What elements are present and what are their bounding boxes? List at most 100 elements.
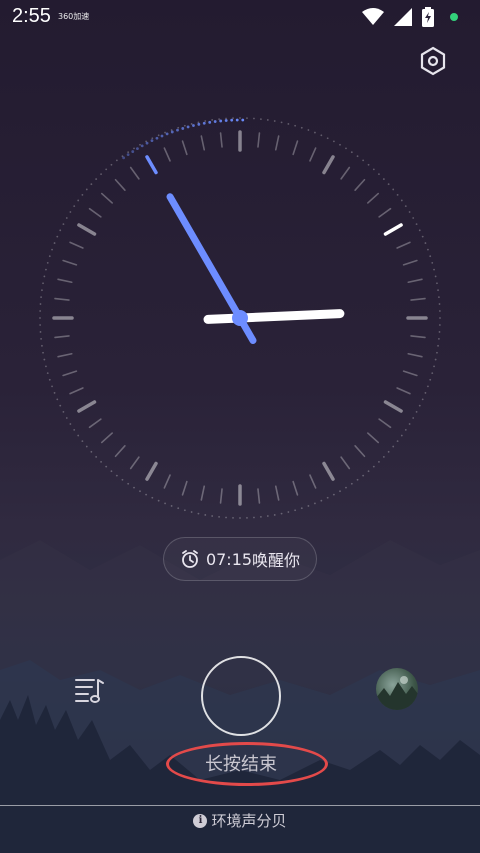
ring-dot (294, 124, 297, 127)
minor-tick (163, 474, 171, 489)
ring-dot (431, 372, 434, 375)
ring-dot (392, 188, 395, 191)
minor-tick (378, 207, 392, 218)
ring-dot (39, 303, 42, 305)
ring-dot (218, 516, 220, 518)
ring-dot (382, 456, 385, 458)
scene-avatar-button[interactable] (376, 668, 418, 710)
minor-tick (274, 135, 280, 151)
ring-dot (170, 505, 173, 507)
ring-dot (424, 392, 427, 394)
ring-dot (356, 478, 359, 481)
minor-tick (88, 207, 102, 218)
ring-dot (418, 404, 421, 407)
wifi-icon (362, 8, 384, 25)
ring-dot (434, 358, 437, 361)
ring-dot (42, 282, 44, 285)
ring-dot (387, 450, 390, 453)
ring-dot (177, 126, 180, 129)
ring-dot (287, 511, 290, 513)
minor-tick (114, 178, 126, 191)
ring-dot (280, 121, 283, 124)
ring-dot (139, 490, 141, 493)
ring-dot (45, 268, 47, 271)
ring-dot (408, 423, 411, 425)
ring-dot (372, 465, 375, 468)
ring-dot (332, 493, 335, 496)
ring-dot (85, 188, 88, 191)
ring-dot (438, 338, 440, 340)
ring-dot (45, 365, 47, 368)
ring-dot (95, 456, 98, 458)
minor-tick (354, 178, 366, 191)
minor-tick (367, 192, 380, 204)
minor-tick (181, 480, 188, 496)
clock-center-cap (232, 310, 248, 326)
hour-hand (203, 309, 345, 324)
settings-button[interactable] (416, 44, 450, 78)
ring-dot (46, 261, 49, 264)
ring-dot (145, 493, 148, 496)
analog-clock (39, 117, 441, 519)
major-tick (145, 461, 158, 481)
ring-dot (42, 351, 44, 354)
ring-dot (69, 423, 72, 425)
ring-dot (53, 392, 56, 394)
ring-dot (400, 434, 403, 437)
playlist-button[interactable] (74, 676, 106, 704)
ring-dot (392, 445, 395, 448)
minor-tick (402, 259, 418, 266)
minor-tick (57, 278, 73, 284)
ring-dot (81, 193, 84, 196)
ring-dot (253, 117, 255, 120)
ring-dot (139, 143, 141, 146)
ring-dot (65, 217, 68, 219)
ring-dot (157, 134, 160, 137)
minor-tick (219, 132, 223, 148)
ring-dot (260, 118, 262, 120)
progress-dot (136, 147, 139, 151)
ring-dot (53, 242, 56, 244)
major-tick (145, 155, 158, 175)
alarm-pill[interactable]: 07:15 唤醒你 (163, 537, 317, 581)
ring-dot (439, 317, 441, 319)
ring-dot (429, 255, 432, 258)
status-icons (362, 7, 458, 27)
info-icon: i (193, 813, 208, 828)
minor-tick (69, 241, 84, 249)
ring-dot (51, 248, 53, 251)
ring-dot (183, 509, 186, 512)
ring-dot (190, 511, 193, 513)
progress-dot (122, 156, 126, 160)
ring-dot (204, 514, 207, 516)
ring-dot (239, 517, 241, 519)
ring-dot (133, 486, 135, 489)
progress-dot (181, 127, 185, 130)
ring-dot (40, 296, 42, 298)
alarm-time: 07:15 (205, 549, 253, 569)
ring-dot (438, 331, 441, 333)
ring-dot (396, 440, 399, 443)
major-tick (383, 400, 403, 413)
ring-dot (56, 398, 59, 401)
ring-dot (77, 199, 80, 202)
ring-dot (372, 168, 375, 171)
ring-dot (100, 173, 102, 176)
progress-dot (186, 125, 190, 129)
ring-dot (59, 404, 62, 407)
ring-dot (56, 235, 59, 238)
record-button[interactable] (201, 656, 281, 736)
ring-dot (115, 474, 118, 477)
minor-tick (407, 352, 423, 358)
ring-dot (62, 410, 65, 413)
ring-dot (204, 120, 207, 122)
minor-tick (340, 166, 351, 180)
minor-tick (396, 241, 411, 249)
ring-dot (294, 509, 297, 512)
ring-dot (85, 445, 88, 448)
minor-tick (410, 335, 426, 339)
progress-dot (150, 139, 154, 143)
progress-dot (165, 132, 169, 136)
alarm-suffix: 唤醒你 (252, 551, 301, 570)
battery-charging-icon (422, 7, 434, 27)
